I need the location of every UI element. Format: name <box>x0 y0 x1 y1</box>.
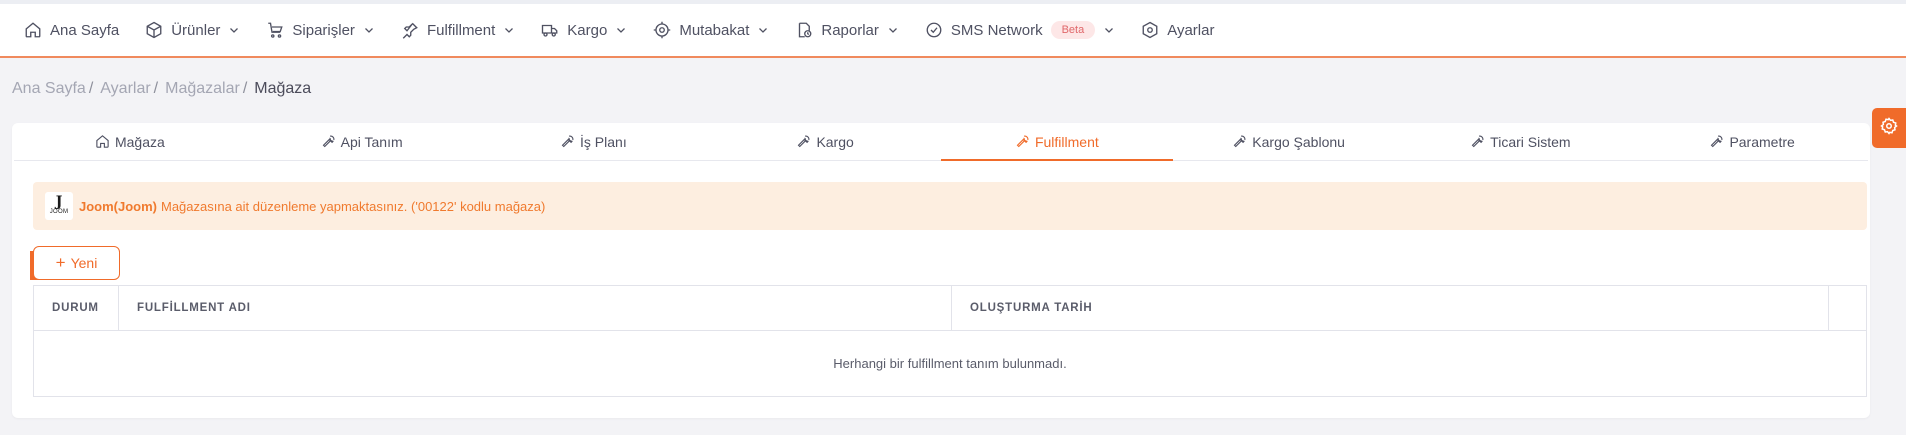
nav-item-urunler[interactable]: Ürünler <box>145 4 240 56</box>
column-header-status[interactable]: DURUM <box>34 286 119 330</box>
tab-label: İş Planı <box>580 133 627 150</box>
store-info-alert: J JOOM Joom(Joom) Mağazasına ait düzenle… <box>33 182 1867 230</box>
chevron-down-icon <box>757 24 769 36</box>
tab-api-tanim[interactable]: Api Tanım <box>246 123 478 160</box>
breadcrumb-current: Mağaza <box>254 80 312 97</box>
truck-icon <box>541 21 559 39</box>
nav-item-ayarlar[interactable]: Ayarlar <box>1141 4 1214 56</box>
wrench-icon <box>1709 134 1724 149</box>
tab-parametre[interactable]: Parametre <box>1636 123 1868 160</box>
wrench-icon <box>560 134 575 149</box>
breadcrumb-link-magazalar[interactable]: Mağazalar <box>165 80 240 98</box>
gear-icon <box>1880 116 1898 140</box>
tab-label: Api Tanım <box>340 133 403 150</box>
nav-item-kargo[interactable]: Kargo <box>541 4 627 56</box>
nav-item-sms-network[interactable]: SMS Network Beta <box>925 4 1115 56</box>
joom-logo: J JOOM <box>45 192 73 220</box>
column-header-fulfillment-name[interactable]: FULFİLLMENT ADI <box>119 286 952 330</box>
wrench-icon <box>321 134 336 149</box>
cart-icon <box>266 21 284 39</box>
home-icon <box>95 134 110 149</box>
breadcrumb-separator: / <box>153 80 159 97</box>
target-icon <box>653 21 671 39</box>
store-settings-card: Mağaza Api Tanım İş Planı Kargo Fulfillment K… <box>12 123 1870 418</box>
fulfillment-table: DURUM FULFİLLMENT ADI OLUŞTURMA TARİH He… <box>33 285 1867 397</box>
beta-badge: Beta <box>1050 21 1096 39</box>
nav-item-label: SMS Network <box>950 21 1043 39</box>
tab-label: Kargo <box>816 133 854 150</box>
wrench-icon <box>1470 134 1485 149</box>
check-circle-icon <box>925 21 943 39</box>
chevron-down-icon <box>363 24 375 36</box>
tab-label: Mağaza <box>114 133 165 150</box>
breadcrumb-link-ana-sayfa[interactable]: Ana Sayfa <box>12 80 86 98</box>
store-name: Joom(Joom) <box>79 198 157 214</box>
wrench-icon <box>1015 134 1030 149</box>
wrench-icon <box>1232 134 1247 149</box>
tab-label: Kargo Şablonu <box>1252 133 1345 150</box>
breadcrumb-separator: / <box>88 80 94 97</box>
tab-kargo-sablonu[interactable]: Kargo Şablonu <box>1173 123 1405 160</box>
new-button-label: Yeni <box>70 255 98 271</box>
tab-label: Parametre <box>1729 133 1795 150</box>
store-tabs: Mağaza Api Tanım İş Planı Kargo Fulfillment K… <box>14 123 1868 161</box>
nav-item-label: Raporlar <box>821 21 879 39</box>
tab-label: Fulfillment <box>1034 133 1099 150</box>
column-header-actions <box>1829 286 1866 330</box>
tab-ticari-sistem[interactable]: Ticari Sistem <box>1405 123 1637 160</box>
chevron-down-icon <box>615 24 627 36</box>
top-navbar: Ana Sayfa Ürünler Siparişler Fulfillment Kar… <box>0 0 1906 58</box>
main-nav: Ana Sayfa Ürünler Siparişler Fulfillment Kar… <box>0 4 1906 56</box>
nav-item-label: Ayarlar <box>1167 21 1215 39</box>
nav-item-mutabakat[interactable]: Mutabakat <box>653 4 769 56</box>
nav-item-siparisler[interactable]: Siparişler <box>266 4 375 56</box>
tab-kargo[interactable]: Kargo <box>709 123 941 160</box>
chevron-down-icon <box>228 24 240 36</box>
tab-label: Ticari Sistem <box>1490 133 1571 150</box>
nav-item-fulfillment[interactable]: Fulfillment <box>401 4 515 56</box>
nav-item-label: Ürünler <box>171 21 221 39</box>
tab-fulfillment[interactable]: Fulfillment <box>941 123 1173 161</box>
chevron-down-icon <box>887 24 899 36</box>
home-icon <box>24 21 42 39</box>
breadcrumb: Ana Sayfa / Ayarlar / Mağazalar / Mağaza <box>12 80 311 98</box>
new-button[interactable]: + Yeni <box>33 246 120 280</box>
empty-state-message: Herhangi bir fulfillment tanım bulunmadı… <box>833 356 1067 371</box>
plus-icon: + <box>55 253 66 272</box>
report-icon <box>795 21 813 39</box>
chevron-down-icon <box>1103 24 1115 36</box>
chevron-down-icon <box>503 24 515 36</box>
column-header-created-date[interactable]: OLUŞTURMA TARİH <box>952 286 1829 330</box>
hexagon-gear-icon <box>1141 21 1159 39</box>
nav-item-label: Fulfillment <box>426 21 496 39</box>
wrench-icon <box>796 134 811 149</box>
nav-item-label: Siparişler <box>292 21 355 39</box>
nav-item-label: Kargo <box>567 21 608 39</box>
nav-item-label: Ana Sayfa <box>50 21 120 39</box>
breadcrumb-separator: / <box>242 80 248 97</box>
settings-fab-button[interactable] <box>1872 108 1906 148</box>
box-icon <box>145 21 163 39</box>
tab-magaza[interactable]: Mağaza <box>14 123 246 160</box>
table-header: DURUM FULFİLLMENT ADI OLUŞTURMA TARİH <box>34 286 1866 331</box>
nav-item-label: Mutabakat <box>679 21 750 39</box>
pin-icon <box>401 21 419 39</box>
alert-message: Mağazasına ait düzenleme yapmaktasınız. … <box>161 198 546 214</box>
nav-item-raporlar[interactable]: Raporlar <box>795 4 899 56</box>
nav-item-ana-sayfa[interactable]: Ana Sayfa <box>24 4 119 56</box>
tab-is-plani[interactable]: İş Planı <box>478 123 710 160</box>
breadcrumb-link-ayarlar[interactable]: Ayarlar <box>100 80 150 98</box>
